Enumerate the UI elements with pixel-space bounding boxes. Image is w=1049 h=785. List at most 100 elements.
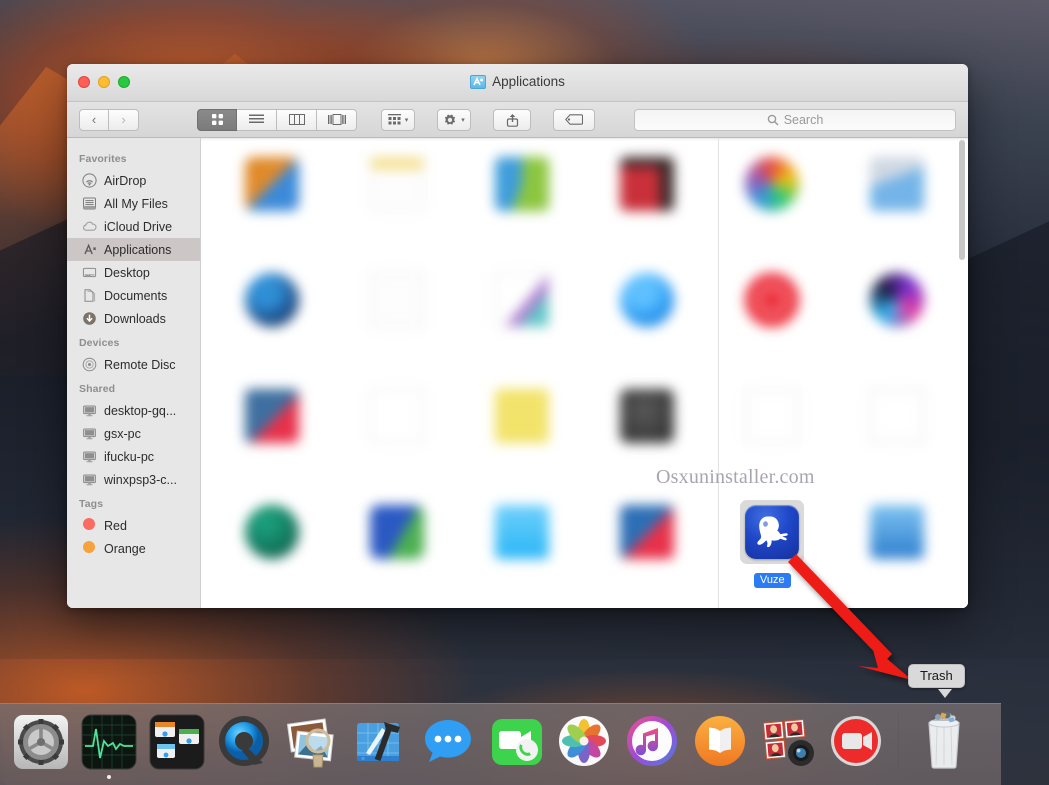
file-item[interactable] (209, 374, 334, 490)
forward-button[interactable]: › (109, 109, 139, 131)
dock-item-messages[interactable] (416, 709, 482, 779)
dock-item-ibooks[interactable] (688, 709, 754, 779)
file-item[interactable] (209, 142, 334, 258)
sidebar-item-airdrop[interactable]: AirDrop (67, 169, 200, 192)
app-icon (495, 273, 549, 327)
file-item[interactable] (459, 490, 584, 606)
dock-item-screen-recorder[interactable] (824, 709, 890, 779)
dock-item-system-preferences[interactable] (8, 709, 74, 779)
remote-disc-icon (82, 357, 97, 372)
dock-item-activity-monitor[interactable] (76, 709, 142, 779)
file-label-vuze: Vuze (754, 573, 791, 588)
downloads-icon (82, 311, 97, 326)
computer-icon (82, 472, 97, 487)
dock-item-mission-control[interactable] (144, 709, 210, 779)
dock[interactable] (0, 703, 1001, 785)
sidebar-item-documents[interactable]: Documents (67, 284, 200, 307)
trash-tooltip: Trash (908, 664, 965, 688)
system-preferences-icon (12, 713, 70, 771)
file-item[interactable] (334, 374, 459, 490)
sidebar-item-label: Red (104, 519, 127, 533)
file-item[interactable] (584, 490, 709, 606)
search-input[interactable]: Search (634, 109, 956, 131)
dock-item-xcode[interactable] (348, 709, 414, 779)
app-icon (870, 505, 924, 559)
dock-item-quicktime[interactable] (212, 709, 278, 779)
xcode-icon (352, 713, 410, 771)
dock-divider (898, 713, 899, 769)
file-item[interactable] (209, 258, 334, 374)
sidebar-header-devices: Devices (67, 330, 200, 353)
file-item[interactable] (459, 374, 584, 490)
share-button[interactable] (493, 109, 531, 131)
sidebar-item-label: Documents (104, 289, 167, 303)
view-mode-buttons[interactable] (197, 109, 357, 131)
dock-item-preview[interactable] (280, 709, 346, 779)
dock-item-trash[interactable] (907, 709, 981, 779)
sidebar-item-label: Desktop (104, 266, 150, 280)
sidebar-item-desktop[interactable]: Desktop (67, 261, 200, 284)
search-placeholder: Search (784, 113, 824, 127)
dock-item-itunes[interactable] (620, 709, 686, 779)
sidebar-item-label: winxpsp3-c... (104, 473, 177, 487)
sidebar-item-remote-disc[interactable]: Remote Disc (67, 353, 200, 376)
quicktime-icon (216, 713, 274, 771)
file-item[interactable] (710, 258, 835, 374)
dock-item-facetime[interactable] (484, 709, 550, 779)
tags-button[interactable] (553, 109, 595, 131)
file-item[interactable] (835, 142, 960, 258)
file-item[interactable] (209, 490, 334, 606)
chevron-down-icon: ▾ (405, 116, 409, 124)
dock-item-photo-booth[interactable] (756, 709, 822, 779)
app-icon (245, 505, 299, 559)
file-grid[interactable]: Vuze (201, 138, 968, 606)
dock-item-photos[interactable] (552, 709, 618, 779)
sidebar-item-label: gsx-pc (104, 427, 141, 441)
sidebar-item-applications[interactable]: Applications (67, 238, 200, 261)
list-view-button[interactable] (237, 109, 277, 131)
sidebar-item-tag-red[interactable]: Red (67, 514, 200, 537)
file-item[interactable] (710, 142, 835, 258)
file-item[interactable] (835, 258, 960, 374)
file-item[interactable] (584, 258, 709, 374)
file-item-vuze[interactable]: Vuze (710, 490, 835, 606)
app-icon (495, 505, 549, 559)
file-item[interactable] (459, 142, 584, 258)
sidebar-item-ifucku-pc[interactable]: ifucku-pc (67, 445, 200, 468)
sidebar-item-desktop-gq[interactable]: desktop-gq... (67, 399, 200, 422)
file-item[interactable] (835, 490, 960, 606)
file-item[interactable] (334, 490, 459, 606)
file-item[interactable] (459, 258, 584, 374)
icon-view-button[interactable] (197, 109, 237, 131)
finder-window[interactable]: Applications ‹ › (67, 64, 968, 608)
window-titlebar[interactable]: Applications (67, 64, 968, 102)
app-icon (245, 389, 299, 443)
gallery-view-button[interactable] (317, 109, 357, 131)
sidebar[interactable]: Favorites AirDrop (67, 138, 201, 608)
app-icon (620, 505, 674, 559)
app-icon (495, 389, 549, 443)
share-icon (506, 113, 519, 127)
desktop-icon (82, 265, 97, 280)
window-toolbar[interactable]: ‹ › (67, 102, 968, 138)
sidebar-item-all-my-files[interactable]: All My Files (67, 192, 200, 215)
file-item[interactable] (584, 142, 709, 258)
search-icon (767, 114, 779, 126)
file-grid-area[interactable]: Vuze Osxuninstaller.com (201, 138, 968, 608)
file-item[interactable] (835, 374, 960, 490)
sidebar-item-tag-orange[interactable]: Orange (67, 537, 200, 560)
file-item[interactable] (334, 142, 459, 258)
column-view-button[interactable] (277, 109, 317, 131)
sidebar-item-icloud-drive[interactable]: iCloud Drive (67, 215, 200, 238)
back-button[interactable]: ‹ (79, 109, 109, 131)
file-item[interactable] (334, 258, 459, 374)
navigation-buttons[interactable]: ‹ › (79, 109, 139, 131)
app-icon (620, 157, 674, 211)
messages-icon (420, 713, 478, 771)
sidebar-item-downloads[interactable]: Downloads (67, 307, 200, 330)
sidebar-item-winxpsp3-c[interactable]: winxpsp3-c... (67, 468, 200, 491)
tag-dot-icon (82, 518, 97, 533)
arrange-button[interactable]: ▾ (381, 109, 415, 131)
action-menu-button[interactable]: ▾ (437, 109, 471, 131)
sidebar-item-gsx-pc[interactable]: gsx-pc (67, 422, 200, 445)
